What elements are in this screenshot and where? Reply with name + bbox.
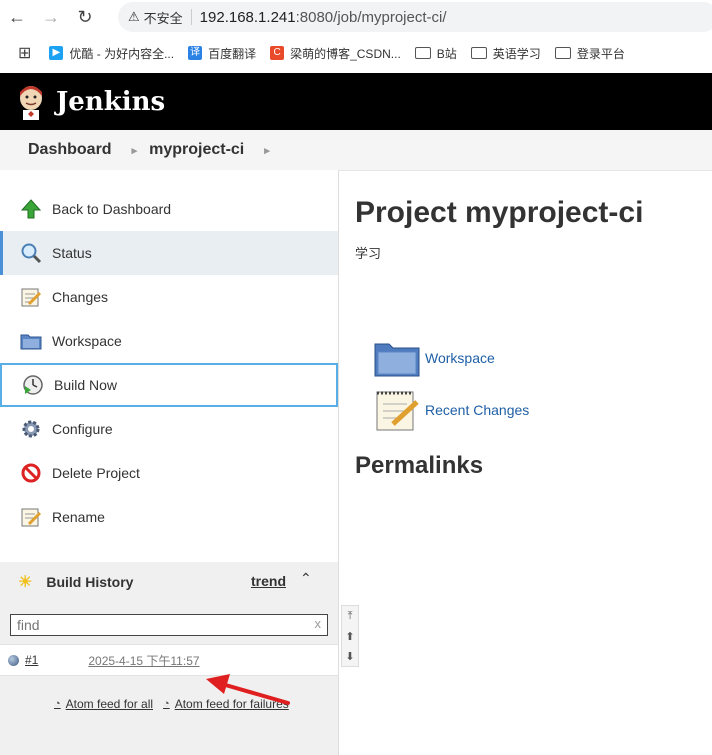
folder-icon	[470, 47, 487, 59]
workspace-link[interactable]: Workspace	[373, 336, 495, 380]
recent-changes-link[interactable]: Recent Changes	[373, 388, 529, 432]
folder-icon	[554, 47, 571, 59]
apps-grid-icon[interactable]: ⊞	[18, 43, 31, 63]
notepad-pencil-icon	[373, 388, 421, 432]
rss-icon: ◔	[163, 698, 170, 710]
atom-feed-all-link[interactable]: ◔ Atom feed for all	[54, 697, 153, 711]
address-bar[interactable]: ⚠ 不安全 192.168.1.241:8080/job/myproject-c…	[118, 2, 712, 32]
build-number-link[interactable]: #1	[25, 653, 38, 667]
baidu-translate-icon: 译	[188, 46, 203, 60]
magnifier-icon	[20, 242, 42, 264]
build-status-ball-icon	[8, 654, 19, 666]
folder-icon	[20, 330, 42, 352]
build-history-panel: ☀ Build History trend ⌃ x #1 2025-4-15 下…	[0, 562, 338, 755]
bookmark-csdn[interactable]: C 梁萌的博客_CSDN...	[270, 45, 401, 62]
brand-title[interactable]: Jenkins	[56, 87, 165, 117]
page-title: Project myproject-ci	[355, 196, 644, 229]
find-input[interactable]	[11, 615, 299, 635]
sidebar-item-delete-project[interactable]: Delete Project	[0, 451, 338, 495]
chevron-right-icon[interactable]: ▸	[264, 144, 270, 157]
folder-icon	[414, 47, 431, 59]
sidebar-item-status[interactable]: Status	[0, 231, 338, 275]
browser-toolbar: ← → ↻ ⚠ 不安全 192.168.1.241:8080/job/mypro…	[0, 0, 712, 34]
sidebar-item-rename[interactable]: Rename	[0, 495, 338, 539]
sidebar-item-back-to-dashboard[interactable]: Back to Dashboard	[0, 187, 338, 231]
bookmark-folder-bilibili[interactable]: B站	[414, 45, 457, 62]
forward-icon[interactable]: →	[34, 7, 68, 28]
sidebar-item-workspace[interactable]: Workspace	[0, 319, 338, 363]
chevron-up-icon[interactable]: ⌃	[300, 570, 312, 587]
build-history-header: ☀ Build History	[0, 562, 338, 602]
sidebar-item-changes[interactable]: Changes	[0, 275, 338, 319]
clock-play-icon	[22, 374, 44, 396]
gear-icon	[20, 418, 42, 440]
notepad-pencil-icon	[20, 506, 42, 528]
atom-feed-failures-link[interactable]: ◔ Atom feed for failures	[163, 697, 289, 711]
breadcrumb: Dashboard ▸ myproject-ci ▸	[0, 130, 712, 171]
url-path: :8080/job/myproject-ci/	[295, 8, 447, 26]
find-field[interactable]: x	[10, 614, 328, 636]
jenkins-header: Jenkins	[0, 73, 712, 130]
breadcrumb-project[interactable]: myproject-ci	[149, 141, 244, 159]
permalinks-heading: Permalinks	[355, 452, 484, 479]
feed-links: ◔ Atom feed for all ◔ Atom feed for fail…	[0, 684, 338, 724]
project-description: 学习	[355, 246, 382, 261]
bookmarks-bar: ⊞ ▶ 优酷 - 为好内容全... 译百度翻译 C 梁萌的博客_CSDN... B站…	[0, 34, 712, 72]
url-host: 192.168.1.241	[199, 8, 296, 26]
rss-icon: ◔	[54, 698, 61, 710]
notepad-icon	[20, 286, 42, 308]
breadcrumb-dashboard[interactable]: Dashboard	[28, 141, 112, 159]
insecure-badge[interactable]: ⚠ 不安全	[128, 8, 183, 27]
build-row: #1 2025-4-15 下午11:57	[0, 644, 338, 676]
sidebar: Back to Dashboard Status Changes Workspa…	[0, 170, 339, 755]
up-arrow-icon	[20, 198, 42, 220]
sidebar-item-build-now[interactable]: Build Now	[0, 363, 338, 407]
build-time-link[interactable]: 2025-4-15 下午11:57	[88, 652, 199, 669]
reload-icon[interactable]: ↻	[68, 7, 102, 28]
bookmark-baidu-translate[interactable]: 译百度翻译	[188, 45, 256, 62]
sidebar-item-configure[interactable]: Configure	[0, 407, 338, 451]
jenkins-logo-icon[interactable]	[16, 84, 46, 120]
back-icon[interactable]: ←	[0, 7, 34, 28]
no-entry-icon	[20, 462, 42, 484]
warning-icon: ⚠	[128, 9, 140, 24]
bookmark-youku[interactable]: ▶ 优酷 - 为好内容全...	[49, 45, 174, 62]
youku-icon: ▶	[49, 46, 64, 60]
bookmark-folder-english[interactable]: 英语学习	[470, 45, 541, 62]
trend-link[interactable]: trend	[251, 573, 286, 589]
folder-icon	[373, 336, 421, 380]
csdn-icon: C	[270, 46, 285, 60]
sun-icon: ☀	[18, 574, 33, 591]
main-panel: Project myproject-ci 学习 Workspace Recent…	[339, 170, 712, 755]
chevron-right-icon[interactable]: ▸	[132, 144, 138, 157]
clear-icon[interactable]: x	[315, 616, 322, 631]
bookmark-folder-login[interactable]: 登录平台	[554, 45, 625, 62]
build-history-title: Build History	[46, 574, 134, 590]
